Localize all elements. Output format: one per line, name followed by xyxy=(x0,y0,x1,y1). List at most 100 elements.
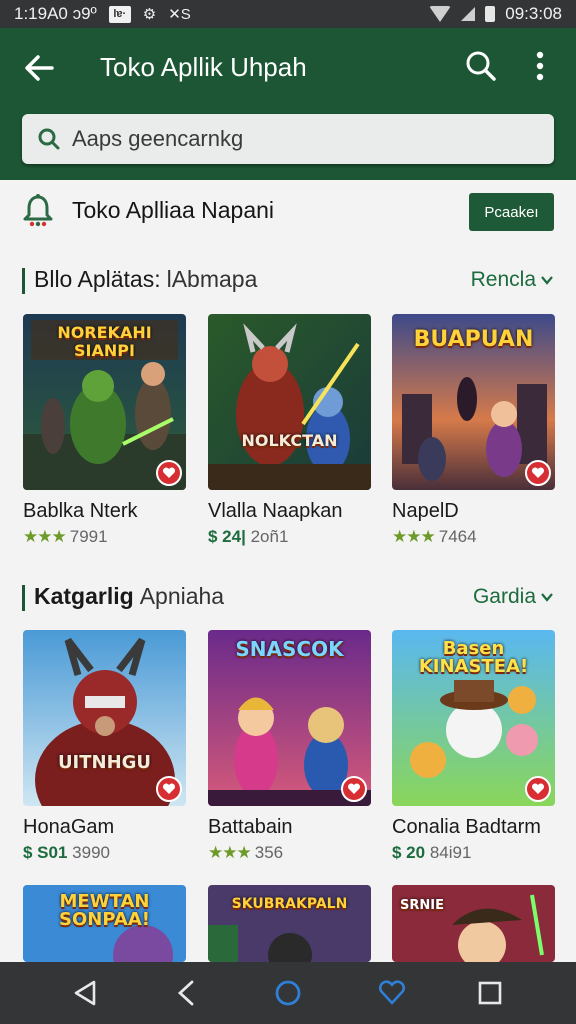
app-thumbnail: SRNIE xyxy=(392,885,555,962)
recents-square-icon[interactable] xyxy=(473,976,507,1010)
rating-stars-icon: ★★★ xyxy=(392,527,436,546)
app-card[interactable]: SKUBRAKPALN xyxy=(208,885,372,962)
app-rating: ★★★ 7464 xyxy=(392,527,556,547)
search-input[interactable] xyxy=(72,126,532,152)
home-circle-icon[interactable] xyxy=(271,976,305,1010)
section-accent-bar xyxy=(22,585,25,611)
back-triangle-icon[interactable] xyxy=(68,976,102,1010)
app-count: 7991 xyxy=(69,527,108,546)
app-name: Vlalla Naapkan xyxy=(208,500,343,522)
wishlist-heart-icon[interactable] xyxy=(156,776,182,802)
app-price-row: $ 24| 2oñ1 xyxy=(208,527,372,547)
art-caption: SKUBRAKPALN xyxy=(231,896,348,912)
app-count: 2oñ1 xyxy=(250,527,289,546)
app-price-row: $ 20 84i91 xyxy=(392,843,556,863)
game-art-image xyxy=(208,314,371,490)
app-count: 84i91 xyxy=(429,843,472,862)
section-header: Bllo Aplätas: lAbmapa Rencla xyxy=(0,264,576,298)
notification-icon: lɐ· xyxy=(108,5,131,23)
section-more-link[interactable]: Rencla xyxy=(471,268,554,292)
app-bar: Toko Apllik Uhpah xyxy=(0,28,576,180)
page-title: Toko Apllik Uhpah xyxy=(100,52,307,82)
app-count: 3990 xyxy=(72,843,110,862)
store-title: Toko Aplliaa Napani xyxy=(72,197,275,223)
art-caption: NOREKAHI SIANPI xyxy=(57,323,152,360)
wishlist-heart-icon[interactable] xyxy=(525,460,551,486)
app-rating: ★★★ 7991 xyxy=(23,527,187,547)
section-title-main: Katgarlig xyxy=(34,583,134,609)
app-thumbnail: NOREKAHI SIANPI xyxy=(23,314,186,490)
back-chevron-icon[interactable] xyxy=(170,976,204,1010)
app-count: 356 xyxy=(254,843,284,862)
app-card[interactable]: MEWTAN SONPAA! xyxy=(23,885,187,962)
app-thumbnail: SNASCOK xyxy=(208,630,371,806)
app-card[interactable]: BUAPUAN NapelD ★★★ 7464 xyxy=(392,314,556,547)
app-card[interactable]: NOREKAHI SIANPI Bablka Nterk ★★★ 7991 xyxy=(23,314,187,547)
bell-icon[interactable] xyxy=(20,192,56,228)
wifi-icon xyxy=(429,6,452,22)
rating-stars-icon: ★★★ xyxy=(208,843,252,862)
app-name: HonaGam xyxy=(23,816,115,838)
app-price-row: $ S01 3990 xyxy=(23,843,187,863)
art-caption: MEWTAN SONPAA! xyxy=(59,891,150,930)
status-time-left: 1:19A0 ɔ9º xyxy=(14,4,97,23)
art-caption: SRNIE xyxy=(400,898,444,913)
section-subtitle: lAbmapa xyxy=(166,266,258,292)
app-thumbnail: SKUBRAKPALN xyxy=(208,885,371,962)
app-card[interactable]: UITNHGU HonaGam $ S01 3990 xyxy=(23,630,187,863)
app-thumbnail: NOLKCTAN xyxy=(208,314,371,490)
section-title: Bllo Aplätas: lAbmapa xyxy=(34,266,257,293)
mute-notification-icon: ✕S xyxy=(168,6,191,23)
app-card[interactable]: Basen KINASTEA! Conalia Badtarm $ 20 84i… xyxy=(392,630,556,863)
heart-outline-icon[interactable] xyxy=(375,976,409,1010)
art-caption: SNASCOK xyxy=(235,637,344,661)
app-price: $ 20 xyxy=(392,843,426,862)
section-more-link[interactable]: Gardia xyxy=(473,585,554,609)
section-link-label: Gardia xyxy=(472,585,536,608)
signal-icon xyxy=(461,7,476,21)
art-caption: BUAPUAN xyxy=(413,327,534,352)
section-header: Katgarlig Apniaha Gardia xyxy=(0,581,576,615)
chevron-down-icon xyxy=(541,593,553,602)
system-nav-bar xyxy=(0,962,576,1024)
search-bar[interactable] xyxy=(22,114,554,164)
app-name: Bablka Nterk xyxy=(23,500,138,522)
wishlist-heart-icon[interactable] xyxy=(525,776,551,802)
app-price: $ S01 xyxy=(23,843,68,862)
status-bar: 1:19A0 ɔ9º lɐ· ⚙ ✕S 09:3:08 xyxy=(0,0,576,28)
app-thumbnail: UITNHGU xyxy=(23,630,186,806)
section-subtitle: Apniaha xyxy=(139,583,225,609)
app-rating: ★★★ 356 xyxy=(208,843,372,863)
search-icon[interactable] xyxy=(463,48,499,84)
chevron-down-icon xyxy=(541,276,553,285)
app-card[interactable]: SNASCOK Battabain ★★★ 356 xyxy=(208,630,372,863)
store-action-button[interactable]: Pcaakeı xyxy=(469,193,554,231)
art-caption: UITNHGU xyxy=(57,752,152,773)
art-caption: Basen KINASTEA! xyxy=(418,638,529,677)
app-name: Battabain xyxy=(208,816,293,838)
app-name: Conalia Badtarm xyxy=(392,816,541,838)
wishlist-heart-icon[interactable] xyxy=(156,460,182,486)
rating-stars-icon: ★★★ xyxy=(23,527,67,546)
status-time-right: 09:3:08 xyxy=(505,4,562,23)
app-thumbnail: Basen KINASTEA! xyxy=(392,630,555,806)
app-price: $ 24| xyxy=(208,527,246,546)
settings-notification-icon: ⚙ xyxy=(142,6,157,23)
art-caption: NOLKCTAN xyxy=(241,431,338,450)
app-name: NapelD xyxy=(392,500,459,522)
app-thumbnail: BUAPUAN xyxy=(392,314,555,490)
store-header: Toko Aplliaa Napani Pcaakeı xyxy=(0,180,576,242)
section-title: Katgarlig Apniaha xyxy=(34,583,224,610)
wishlist-heart-icon[interactable] xyxy=(341,776,367,802)
app-count: 7464 xyxy=(438,527,477,546)
battery-icon xyxy=(485,6,496,22)
more-vert-icon[interactable] xyxy=(524,48,556,84)
section-accent-bar xyxy=(22,268,25,294)
section-title-main: Bllo Aplätas: xyxy=(34,266,161,292)
app-card[interactable]: SRNIE xyxy=(392,885,556,962)
section-link-label: Rencla xyxy=(470,268,536,291)
app-thumbnail: MEWTAN SONPAA! xyxy=(23,885,186,962)
search-field-icon xyxy=(38,128,60,150)
back-arrow-icon[interactable] xyxy=(20,48,60,88)
app-card[interactable]: NOLKCTAN Vlalla Naapkan $ 24| 2oñ1 xyxy=(208,314,372,547)
